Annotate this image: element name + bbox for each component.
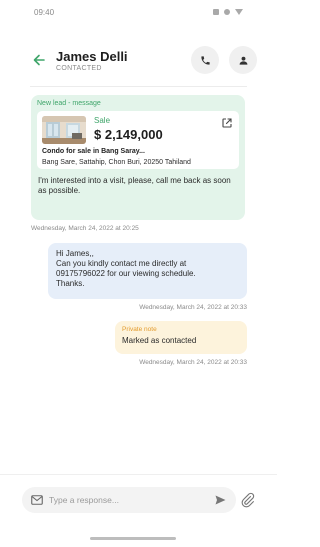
arrow-left-icon bbox=[33, 54, 45, 66]
private-note-text: Marked as contacted bbox=[122, 336, 197, 345]
call-button[interactable] bbox=[191, 46, 219, 74]
message-line: Thanks. bbox=[56, 279, 85, 288]
signal-icon bbox=[224, 9, 230, 15]
property-card[interactable]: Sale $ 2,149,000 Condo for sale in Bang … bbox=[37, 111, 239, 169]
message-timestamp: Wednesday, March 24, 2022 at 20:25 bbox=[31, 225, 139, 232]
conversation-screen: 09:40 James Delli CONTACTED New lead - m… bbox=[0, 0, 277, 547]
wifi-icon bbox=[235, 9, 243, 15]
property-price: $ 2,149,000 bbox=[94, 127, 163, 142]
outgoing-message: Hi James,, Can you kindly contact me dir… bbox=[48, 243, 247, 299]
message-timestamp: Wednesday, March 24, 2022 at 20:33 bbox=[139, 359, 247, 366]
phone-icon bbox=[200, 55, 210, 65]
contact-name: James Delli bbox=[56, 48, 128, 64]
status-icons bbox=[213, 9, 243, 15]
lead-label: New lead - message bbox=[37, 100, 101, 107]
status-bar: 09:40 bbox=[0, 0, 277, 24]
header-divider bbox=[30, 86, 247, 87]
status-time: 09:40 bbox=[34, 7, 55, 17]
user-icon bbox=[239, 56, 247, 65]
profile-button[interactable] bbox=[229, 46, 257, 74]
home-indicator bbox=[90, 537, 176, 540]
contact-info: James Delli CONTACTED bbox=[56, 49, 181, 72]
message-timestamp: Wednesday, March 24, 2022 at 20:33 bbox=[139, 304, 247, 311]
response-input[interactable] bbox=[49, 495, 215, 505]
paperclip-icon bbox=[241, 492, 255, 508]
external-link-icon bbox=[222, 118, 232, 128]
message-icon bbox=[31, 495, 43, 505]
contact-status: CONTACTED bbox=[56, 64, 102, 72]
property-address: Bang Sare, Sattahip, Chon Buri, 20250 Ta… bbox=[42, 159, 191, 166]
lead-message-text: I'm interested into a visit, please, cal… bbox=[38, 176, 231, 195]
message-line: Can you kindly contact me directly at bbox=[56, 259, 187, 268]
open-listing-button[interactable] bbox=[221, 116, 233, 128]
lead-message-card: New lead - message Sale $ 2,149,000 Cond… bbox=[31, 95, 245, 220]
message-composer bbox=[22, 487, 236, 513]
private-note-label: Private note bbox=[122, 326, 157, 333]
attach-button[interactable] bbox=[240, 492, 256, 508]
send-icon[interactable] bbox=[215, 495, 226, 505]
composer-divider bbox=[0, 474, 277, 475]
property-type: Sale bbox=[94, 116, 111, 125]
property-title: Condo for sale in Bang Saray... bbox=[42, 148, 145, 155]
back-button[interactable] bbox=[30, 51, 48, 69]
message-line: Hi James,, bbox=[56, 249, 94, 258]
message-line: 09175796022 for our viewing schedule. bbox=[56, 269, 196, 278]
private-note: Private note Marked as contacted bbox=[115, 321, 247, 354]
property-image bbox=[42, 116, 86, 144]
property-thumbnail bbox=[42, 116, 86, 144]
battery-icon bbox=[213, 9, 219, 15]
conversation-header: James Delli CONTACTED bbox=[0, 36, 277, 84]
